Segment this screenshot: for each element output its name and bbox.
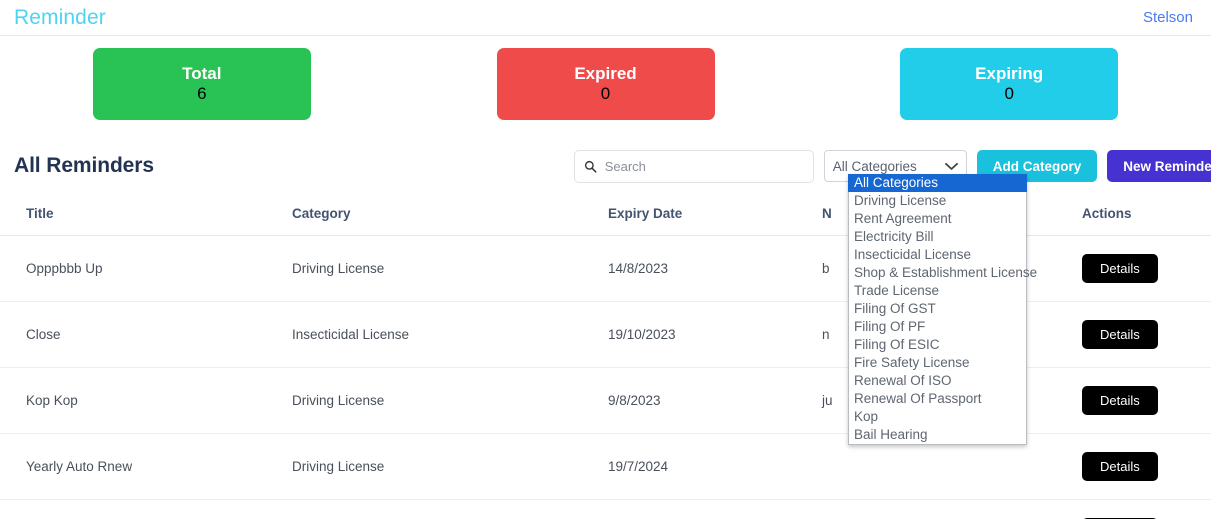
table-row[interactable]: Kop Kop Driving License 9/8/2023 ju Deta… (0, 367, 1211, 434)
stat-card-total-value: 6 (197, 84, 207, 103)
category-option[interactable]: Filing Of GST (849, 300, 1026, 318)
category-option[interactable]: Filing Of ESIC (849, 336, 1026, 354)
cell-title: Kop Kop (0, 367, 292, 434)
cell-title: Monthly Renew (0, 499, 292, 519)
category-option[interactable]: Trade License (849, 282, 1026, 300)
cell-title: Opppbbb Up (0, 235, 292, 302)
cell-expiry: 14/8/2023 (608, 235, 822, 302)
cell-actions: Details (1082, 301, 1211, 368)
reminders-table: Title Category Expiry Date N Actions Opp… (0, 192, 1211, 519)
cell-expiry: 21/8/2023 (608, 499, 822, 519)
new-reminder-button[interactable]: New Reminder (1107, 150, 1211, 182)
category-option[interactable]: Kop (849, 408, 1026, 426)
stat-card-expired[interactable]: Expired 0 (496, 48, 715, 120)
stat-card-expired-title: Expired (574, 63, 637, 83)
stat-card-total-title: Total (182, 63, 222, 83)
app-brand[interactable]: Reminder (14, 6, 106, 30)
cell-title: Yearly Auto Rnew (0, 433, 292, 500)
cell-actions: Details (1082, 433, 1211, 500)
cell-expiry: 19/10/2023 (608, 301, 822, 368)
cell-actions: Details (1082, 367, 1211, 434)
column-header-actions: Actions (1082, 192, 1211, 236)
reminders-table-area: Title Category Expiry Date N Actions Opp… (0, 192, 1211, 519)
cell-expiry: 9/8/2023 (608, 367, 822, 434)
list-toolbar: All Reminders All Categories Add Categor… (0, 140, 1211, 192)
table-header-row: Title Category Expiry Date N Actions (0, 192, 1211, 236)
category-select-value: All Categories (832, 158, 917, 174)
category-option[interactable]: Rent Agreement (849, 210, 1026, 228)
category-option[interactable]: Filing Of PF (849, 318, 1026, 336)
cell-category: Driving License (292, 499, 608, 519)
stat-card-expired-value: 0 (600, 84, 611, 103)
search-input[interactable] (602, 157, 804, 175)
details-button[interactable]: Details (1082, 386, 1158, 415)
table-row[interactable]: Close Insecticidal License 19/10/2023 n … (0, 301, 1211, 368)
stat-col-expired: Expired 0 (404, 48, 808, 140)
stat-card-expiring-title: Expiring (975, 63, 1044, 83)
table-head: Title Category Expiry Date N Actions (0, 192, 1211, 236)
cell-note: nnn (822, 499, 1082, 519)
cell-category: Driving License (292, 433, 608, 500)
cell-category: Insecticidal License (292, 301, 608, 368)
cell-expiry: 19/7/2024 (608, 433, 822, 500)
chevron-down-icon (944, 162, 958, 170)
table-row[interactable]: Monthly Renew Driving License 21/8/2023 … (0, 499, 1211, 519)
details-button[interactable]: Details (1082, 320, 1158, 349)
stat-col-expiring: Expiring 0 (807, 48, 1211, 140)
cell-title: Close (0, 301, 292, 368)
details-button[interactable]: Details (1082, 452, 1158, 481)
category-option[interactable]: Renewal Of Passport (849, 390, 1026, 408)
cell-actions: Details (1082, 499, 1211, 519)
top-navbar: Reminder Stelson (0, 0, 1211, 36)
nav-user-link[interactable]: Stelson (1143, 9, 1197, 26)
stats-row: Total 6 Expired 0 Expiring 0 (0, 36, 1211, 140)
category-option[interactable]: Fire Safety License (849, 354, 1026, 372)
cell-category: Driving License (292, 235, 608, 302)
page-title: All Reminders (14, 154, 154, 177)
details-button[interactable]: Details (1082, 254, 1158, 283)
stat-card-expiring-value: 0 (1004, 84, 1014, 103)
column-header-title[interactable]: Title (0, 192, 292, 236)
cell-actions: Details (1082, 235, 1211, 302)
stat-col-total: Total 6 (0, 48, 404, 140)
category-option[interactable]: Electricity Bill (849, 228, 1026, 246)
category-option[interactable]: Shop & Establishment License (849, 264, 1037, 282)
category-option[interactable]: Renewal Of ISO (849, 372, 1026, 390)
column-header-category[interactable]: Category (292, 192, 608, 236)
search-input-wrapper[interactable] (573, 149, 814, 183)
table-row[interactable]: Yearly Auto Rnew Driving License 19/7/20… (0, 433, 1211, 500)
column-header-expiry[interactable]: Expiry Date (608, 192, 822, 236)
category-option[interactable]: All Categories (848, 174, 1027, 192)
category-option[interactable]: Bail Hearing (849, 426, 1026, 444)
category-option[interactable]: Insecticidal License (849, 246, 1026, 264)
stat-card-total[interactable]: Total 6 (92, 48, 311, 120)
search-icon (584, 160, 597, 173)
category-option[interactable]: Driving License (849, 192, 1026, 210)
category-dropdown-list[interactable]: All Categories Driving License Rent Agreem… (848, 174, 1037, 445)
cell-category: Driving License (292, 367, 608, 434)
stat-card-expiring[interactable]: Expiring 0 (900, 48, 1119, 120)
